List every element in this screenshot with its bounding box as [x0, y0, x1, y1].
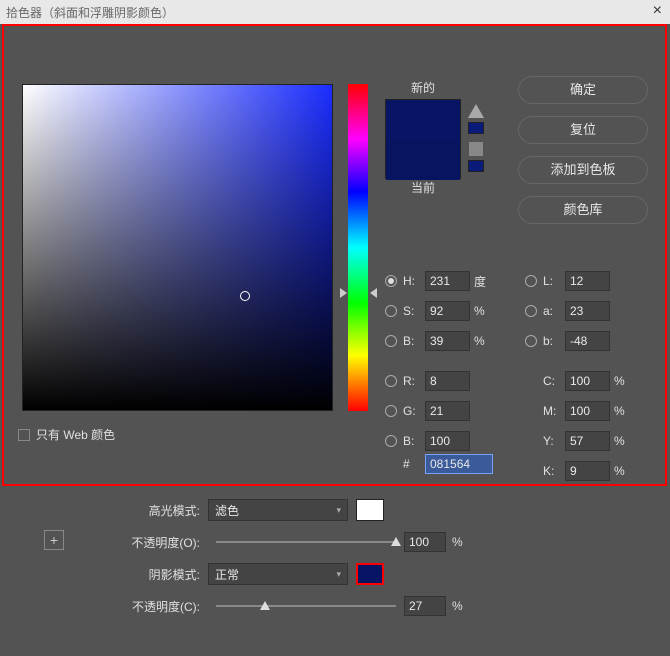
add-swatch-button[interactable]: 添加到色板: [518, 156, 648, 184]
saturation-value-field[interactable]: [22, 84, 333, 411]
opacity1-slider[interactable]: [216, 541, 396, 543]
value-grid-col2: L: a: b: C:% M:% Y:% K:%: [525, 266, 630, 486]
websafe-warning-icon[interactable]: [469, 142, 483, 156]
preview-box: [385, 99, 461, 179]
preview-area: 新的 当前: [385, 79, 461, 199]
b-hsb-input[interactable]: [425, 331, 470, 351]
sv-cursor[interactable]: [240, 291, 250, 301]
y-unit: %: [610, 434, 630, 448]
a-input[interactable]: [565, 301, 610, 321]
pct-unit: %: [446, 599, 463, 613]
hex-hash: #: [403, 457, 425, 471]
b-rgb-label: B:: [403, 434, 425, 448]
h-label: H:: [403, 274, 425, 288]
shadow-mode-select[interactable]: 正常▾: [208, 563, 348, 585]
y-label: Y:: [543, 434, 565, 448]
l-label: L:: [543, 274, 565, 288]
opacity2-input[interactable]: 27: [404, 596, 446, 616]
radio-g[interactable]: [385, 405, 397, 417]
g-label: G:: [403, 404, 425, 418]
titlebar: 拾色器（斜面和浮雕阴影颜色） ×: [0, 0, 670, 24]
slider-thumb[interactable]: [260, 601, 270, 610]
close-icon[interactable]: ×: [653, 2, 662, 20]
a-label: a:: [543, 304, 565, 318]
hue-arrow-right-icon: [370, 288, 377, 298]
radio-b-lab[interactable]: [525, 335, 537, 347]
hex-row: #: [385, 454, 493, 474]
shadow-swatch[interactable]: [356, 563, 384, 585]
window-title: 拾色器（斜面和浮雕阴影颜色）: [6, 4, 174, 21]
b-rgb-input[interactable]: [425, 431, 470, 451]
preview-current-swatch: [386, 140, 460, 180]
opacity1-label: 不透明度(O):: [100, 534, 208, 551]
gamut-warning-icon[interactable]: [468, 104, 484, 118]
b-lab-input[interactable]: [565, 331, 610, 351]
reset-button[interactable]: 复位: [518, 116, 648, 144]
websafe-swatch[interactable]: [468, 160, 484, 172]
m-unit: %: [610, 404, 630, 418]
radio-r[interactable]: [385, 375, 397, 387]
sv-black-overlay: [23, 85, 332, 410]
shadow-mode-label: 阴影模式:: [100, 566, 208, 583]
m-input[interactable]: [565, 401, 610, 421]
b-hsb-label: B:: [403, 334, 425, 348]
current-label: 当前: [385, 179, 461, 196]
s-input[interactable]: [425, 301, 470, 321]
c-input[interactable]: [565, 371, 610, 391]
highlight-swatch[interactable]: [356, 499, 384, 521]
radio-b-rgb[interactable]: [385, 435, 397, 447]
bottom-panel: 高光模式: 滤色▾ 不透明度(O): 100 % 阴影模式: 正常▾ 不透明度(…: [100, 494, 660, 622]
highlight-mode-label: 高光模式:: [100, 502, 208, 519]
radio-l[interactable]: [525, 275, 537, 287]
r-label: R:: [403, 374, 425, 388]
preview-new-swatch: [386, 100, 460, 140]
new-label: 新的: [385, 79, 461, 96]
g-input[interactable]: [425, 401, 470, 421]
value-grid: H: 度 S:% B:% R: G: B: L: a: b: C:% M:% Y:…: [385, 266, 642, 456]
opacity2-label: 不透明度(C):: [100, 598, 208, 615]
hex-input[interactable]: [425, 454, 493, 474]
hue-strip[interactable]: [348, 84, 368, 411]
warn-stack: [466, 104, 486, 180]
radio-a[interactable]: [525, 305, 537, 317]
m-label: M:: [543, 404, 565, 418]
radio-b-hsb[interactable]: [385, 335, 397, 347]
h-unit: 度: [470, 273, 490, 290]
c-unit: %: [610, 374, 630, 388]
h-input[interactable]: [425, 271, 470, 291]
chevron-down-icon: ▾: [336, 505, 341, 516]
pct-unit: %: [446, 535, 463, 549]
radio-h[interactable]: [385, 275, 397, 287]
opacity2-slider[interactable]: [216, 605, 396, 607]
c-label: C:: [543, 374, 565, 388]
b-lab-label: b:: [543, 334, 565, 348]
k-label: K:: [543, 464, 565, 478]
chevron-down-icon: ▾: [336, 569, 341, 580]
web-only-label: 只有 Web 颜色: [36, 426, 115, 443]
s-label: S:: [403, 304, 425, 318]
highlight-mode-select[interactable]: 滤色▾: [208, 499, 348, 521]
radio-s[interactable]: [385, 305, 397, 317]
s-unit: %: [470, 304, 490, 318]
color-lib-button[interactable]: 颜色库: [518, 196, 648, 224]
picker-body: 新的 当前 确定 复位 添加到色板 颜色库 只有 Web 颜色 H: 度 S:% …: [0, 24, 670, 486]
l-input[interactable]: [565, 271, 610, 291]
b-hsb-unit: %: [470, 334, 490, 348]
y-input[interactable]: [565, 431, 610, 451]
button-column: 确定 复位 添加到色板 颜色库: [518, 76, 648, 224]
ok-button[interactable]: 确定: [518, 76, 648, 104]
k-input[interactable]: [565, 461, 610, 481]
add-effect-icon[interactable]: +: [44, 530, 64, 550]
web-only-row: 只有 Web 颜色: [18, 426, 115, 443]
web-only-checkbox[interactable]: [18, 429, 30, 441]
hue-arrow-left-icon: [340, 288, 347, 298]
slider-thumb[interactable]: [391, 537, 401, 546]
r-input[interactable]: [425, 371, 470, 391]
gamut-swatch[interactable]: [468, 122, 484, 134]
k-unit: %: [610, 464, 630, 478]
opacity1-input[interactable]: 100: [404, 532, 446, 552]
